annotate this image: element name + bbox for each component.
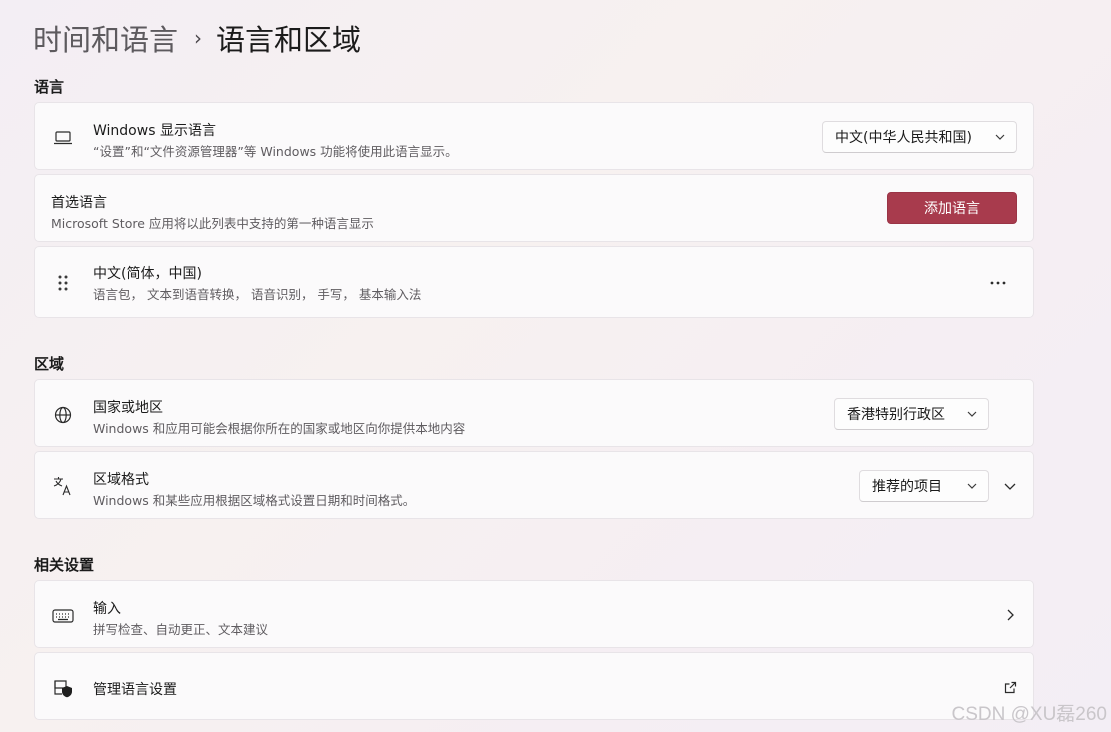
- chevron-down-icon: [957, 483, 977, 489]
- country-region-desc: Windows 和应用可能会根据你所在的国家或地区向你提供本地内容: [93, 421, 466, 436]
- display-language-card: Windows 显示语言 “设置”和“文件资源管理器”等 Windows 功能将…: [34, 102, 1034, 170]
- add-language-button[interactable]: 添加语言: [887, 192, 1017, 224]
- display-language-selected: 中文(中华人民共和国): [835, 130, 972, 146]
- section-title-language: 语言: [34, 78, 65, 96]
- regional-format-selected: 推荐的项目: [872, 479, 942, 495]
- display-language-title: Windows 显示语言: [93, 123, 216, 139]
- breadcrumb: 时间和语言 › 语言和区域: [33, 18, 361, 58]
- admin-language-title: 管理语言设置: [93, 682, 177, 698]
- section-title-related: 相关设置: [34, 556, 95, 574]
- breadcrumb-parent-link[interactable]: 时间和语言: [33, 17, 178, 59]
- chevron-right-icon[interactable]: [998, 603, 1022, 627]
- display-language-desc: “设置”和“文件资源管理器”等 Windows 功能将使用此语言显示。: [93, 144, 458, 159]
- country-region-dropdown[interactable]: 香港特别行政区: [834, 398, 989, 430]
- preferred-language-card: 首选语言 Microsoft Store 应用将以此列表中支持的第一种语言显示 …: [34, 174, 1034, 242]
- chevron-down-icon: [957, 411, 977, 417]
- expand-chevron-down-icon[interactable]: [998, 474, 1022, 498]
- admin-language-card[interactable]: 管理语言设置: [34, 652, 1034, 720]
- regional-format-title: 区域格式: [93, 472, 149, 488]
- keyboard-icon: [52, 605, 74, 627]
- typing-desc: 拼写检查、自动更正、文本建议: [93, 622, 269, 637]
- display-language-dropdown[interactable]: 中文(中华人民共和国): [822, 121, 1017, 153]
- chevron-down-icon: [985, 134, 1005, 140]
- shield-icon: [52, 677, 74, 699]
- language-item-desc: 语言包， 文本到语音转换， 语音识别， 手写， 基本输入法: [93, 287, 422, 302]
- section-title-region: 区域: [34, 355, 65, 373]
- page-title: 语言和区域: [216, 23, 362, 57]
- typing-title: 输入: [93, 601, 121, 617]
- external-link-icon[interactable]: [998, 675, 1022, 699]
- country-region-card: 国家或地区 Windows 和应用可能会根据你所在的国家或地区向你提供本地内容 …: [34, 379, 1034, 447]
- regional-format-dropdown[interactable]: 推荐的项目: [859, 470, 989, 502]
- language-item-title: 中文(简体，中国): [93, 266, 202, 282]
- typing-settings-card[interactable]: 输入 拼写检查、自动更正、文本建议: [34, 580, 1034, 648]
- language-format-icon: [52, 475, 74, 497]
- country-region-selected: 香港特别行政区: [847, 407, 945, 423]
- preferred-language-title: 首选语言: [51, 195, 107, 211]
- preferred-language-desc: Microsoft Store 应用将以此列表中支持的第一种语言显示: [51, 216, 374, 231]
- more-options-icon[interactable]: [986, 271, 1010, 295]
- language-list-item[interactable]: 中文(简体，中国) 语言包， 文本到语音转换， 语音识别， 手写， 基本输入法: [34, 246, 1034, 318]
- laptop-icon: [52, 127, 74, 149]
- regional-format-card[interactable]: 区域格式 Windows 和某些应用根据区域格式设置日期和时间格式。 推荐的项目: [34, 451, 1034, 519]
- breadcrumb-separator: ›: [194, 26, 203, 50]
- globe-icon: [52, 404, 74, 426]
- drag-handle-icon[interactable]: [52, 272, 74, 294]
- country-region-title: 国家或地区: [93, 400, 163, 416]
- watermark: CSDN @XU磊260: [951, 704, 1108, 725]
- regional-format-desc: Windows 和某些应用根据区域格式设置日期和时间格式。: [93, 493, 416, 508]
